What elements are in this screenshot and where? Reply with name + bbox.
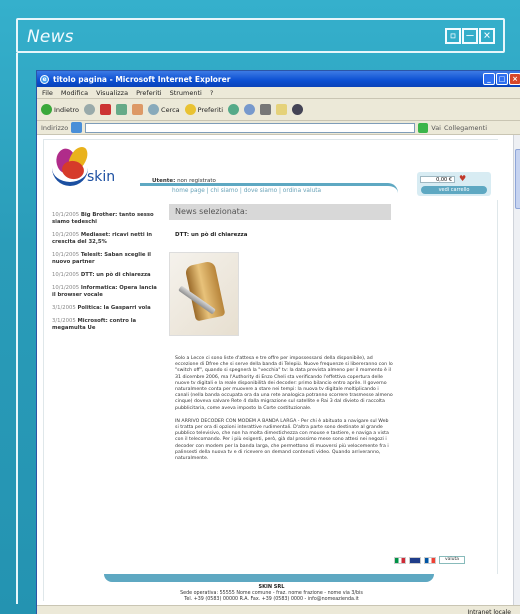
footer-contacts: Tel. +39 (0583) 00000 R.A. Fax. +39 (058…: [184, 597, 359, 602]
frame-controls: ▫ – ×: [445, 28, 495, 44]
address-bar: Indirizzo Vai Collegamenti: [37, 121, 520, 135]
list-item[interactable]: 3/1/2005 Politica: la Gasparri vola: [52, 305, 162, 312]
restore-icon[interactable]: ▫: [445, 28, 461, 44]
list-item[interactable]: 10/1/2005 Informatica: Opera lancia il b…: [52, 285, 162, 299]
frame-title: News: [27, 27, 74, 47]
mail-icon[interactable]: [244, 104, 256, 115]
currency-button[interactable]: valuta: [439, 556, 465, 564]
close-window-icon[interactable]: ×: [509, 73, 520, 85]
menu-favorites[interactable]: Preferiti: [136, 89, 161, 97]
cart-box: 0,00 € ♥ vedi carrello: [417, 172, 491, 196]
news-date: 3/1/2005: [52, 305, 76, 311]
favorites-label: Preferiti: [197, 105, 224, 114]
footer-curve: [104, 574, 434, 582]
language-flags: valuta: [394, 556, 465, 564]
main-content: News selezionata: DTT: un pò di chiarezz…: [169, 204, 393, 461]
article-paragraph: Solo a Lecce ci sono liste d'attesa e tr…: [175, 356, 393, 411]
background-stage: News ▫ – × e titolo pagina - Microsoft I…: [0, 0, 520, 614]
links-label[interactable]: Collegamenti: [444, 124, 487, 132]
footer-company: SKIN SRL: [258, 584, 285, 590]
print-icon[interactable]: [260, 104, 272, 115]
refresh-icon[interactable]: [116, 104, 128, 115]
news-date: 10/1/2005: [52, 252, 80, 258]
browser-window: e titolo pagina - Microsoft Internet Exp…: [36, 70, 520, 614]
menu-edit[interactable]: Modifica: [61, 89, 88, 97]
search-button[interactable]: Cerca: [148, 104, 180, 115]
back-arrow-icon: [41, 104, 52, 115]
flag-uk-icon[interactable]: [409, 556, 421, 564]
history-icon[interactable]: [228, 104, 240, 115]
security-zone: Intranet locale: [467, 609, 512, 614]
address-input[interactable]: [85, 122, 416, 133]
frame-left-border: [16, 53, 20, 604]
maximize-window-icon[interactable]: □: [496, 73, 508, 85]
browser-title-bar: e titolo pagina - Microsoft Internet Exp…: [37, 71, 520, 87]
forward-arrow-icon[interactable]: [84, 104, 96, 115]
flag-france-icon[interactable]: [424, 556, 436, 564]
page-icon: [71, 122, 83, 133]
web-page: skin Utente: non registrato home page | …: [43, 139, 499, 602]
news-frame: News ▫ – ×: [16, 18, 505, 53]
menu-bar: File Modifica Visualizza Preferiti Strum…: [37, 87, 520, 99]
footer-address: Sede operativa: 55555 Nome comune - fraz…: [180, 591, 363, 596]
stop-icon[interactable]: [100, 104, 112, 115]
site-footer: SKIN SRL Sede operativa: 55555 Nome comu…: [44, 574, 499, 602]
list-item[interactable]: 10/1/2005 Telesit: Saban sceglie il nuov…: [52, 252, 162, 266]
news-list: 10/1/2005 Big Brother: tanto sesso siamo…: [52, 212, 162, 338]
window-controls: _ □ ×: [483, 73, 520, 85]
list-item[interactable]: 10/1/2005 DTT: un pò di chiarezza: [52, 272, 162, 279]
star-icon: [184, 104, 196, 115]
news-date: 10/1/2005: [52, 212, 80, 218]
news-date: 10/1/2005: [52, 285, 80, 291]
site-nav[interactable]: home page | chi siamo | dove siamo | ord…: [172, 188, 321, 194]
news-title: Politica: la Gasparri vola: [77, 305, 151, 311]
list-item[interactable]: 10/1/2005 Mediaset: ricavi netti in cres…: [52, 232, 162, 246]
favorites-button[interactable]: Preferiti: [184, 104, 224, 115]
address-label: Indirizzo: [41, 123, 69, 132]
news-date: 10/1/2005: [52, 272, 80, 278]
minimize-window-icon[interactable]: _: [483, 73, 495, 85]
section-title: News selezionata:: [169, 204, 391, 220]
news-date: 3/1/2005: [52, 318, 76, 324]
menu-view[interactable]: Visualizza: [96, 89, 128, 97]
search-label: Cerca: [161, 105, 180, 114]
scrollbar-thumb[interactable]: [515, 149, 520, 209]
go-icon[interactable]: [418, 122, 429, 133]
back-button[interactable]: Indietro: [41, 104, 79, 115]
go-label[interactable]: Vai: [431, 124, 441, 132]
browser-title: titolo pagina - Microsoft Internet Explo…: [53, 74, 231, 84]
folder-icon[interactable]: [276, 104, 288, 115]
news-date: 10/1/2005: [52, 232, 80, 238]
back-label: Indietro: [54, 105, 80, 114]
logo-swoosh-icon: [52, 168, 88, 186]
minimize-icon[interactable]: –: [462, 28, 478, 44]
article-paragraph: IN ARRIVO DECODER CON MODEM A BANDA LARG…: [175, 418, 389, 462]
page-viewport: skin Utente: non registrato home page | …: [37, 135, 513, 605]
cart-icon[interactable]: ♥: [459, 174, 466, 183]
news-title: DTT: un pò di chiarezza: [80, 272, 151, 278]
view-cart-button[interactable]: vedi carrello: [421, 186, 487, 194]
search-icon: [148, 104, 160, 115]
site-header: skin Utente: non registrato home page | …: [44, 140, 499, 200]
home-icon[interactable]: [132, 104, 144, 115]
ie-logo-icon: e: [40, 74, 49, 84]
article-body: Solo a Lecce ci sono liste d'attesa e tr…: [175, 356, 393, 469]
menu-file[interactable]: File: [42, 89, 53, 97]
menu-help[interactable]: ?: [210, 89, 213, 97]
close-icon[interactable]: ×: [479, 28, 495, 44]
article-title: DTT: un pò di chiarezza: [175, 232, 248, 238]
skin-logo[interactable]: skin: [50, 144, 130, 190]
flag-italy-icon[interactable]: [394, 556, 406, 564]
brand-name: skin: [87, 169, 116, 185]
menu-tools[interactable]: Strumenti: [170, 89, 202, 97]
vertical-scrollbar[interactable]: [513, 135, 520, 605]
list-item[interactable]: 3/1/2005 Microsoft: contro la megamulta …: [52, 318, 162, 332]
cart-value: 0,00 €: [420, 176, 455, 183]
messenger-icon[interactable]: [292, 104, 304, 115]
toolbar: Indietro Cerca Preferiti: [37, 99, 520, 121]
status-bar: Intranet locale: [37, 605, 520, 614]
article-photo: [169, 252, 239, 336]
list-item[interactable]: 10/1/2005 Big Brother: tanto sesso siamo…: [52, 212, 162, 226]
